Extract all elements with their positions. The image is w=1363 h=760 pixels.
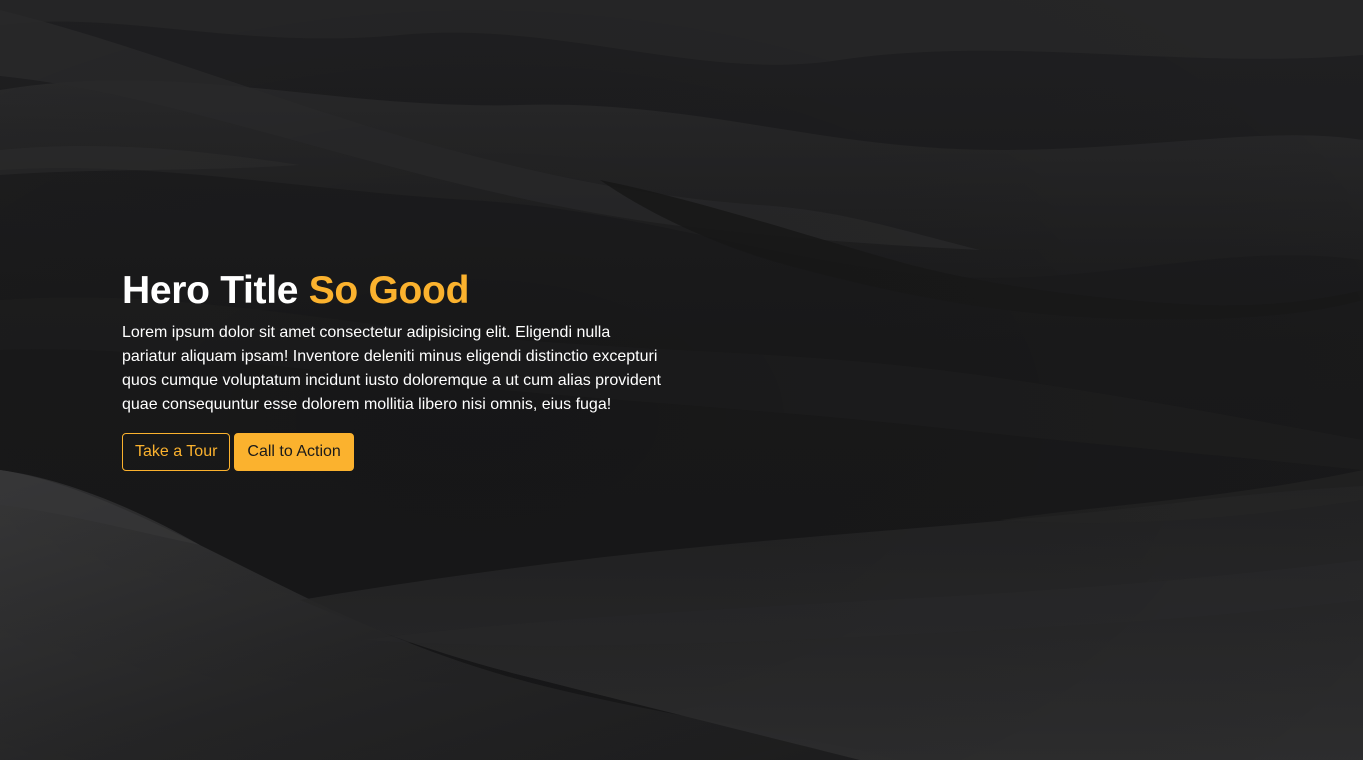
hero-description: Lorem ipsum dolor sit amet consectetur a… [122, 324, 661, 413]
hero-title-main: Hero Title [122, 269, 299, 312]
hero-actions: Take a Tour Call to Action [122, 433, 667, 471]
hero-title: Hero Title So Good [122, 268, 667, 314]
hero-title-accent: So Good [308, 269, 470, 312]
hero-section: Hero Title So Good Lorem ipsum dolor sit… [0, 0, 1363, 760]
take-a-tour-button[interactable]: Take a Tour [122, 433, 231, 471]
hero-content: Hero Title So Good Lorem ipsum dolor sit… [122, 268, 667, 471]
call-to-action-button[interactable]: Call to Action [234, 433, 354, 471]
